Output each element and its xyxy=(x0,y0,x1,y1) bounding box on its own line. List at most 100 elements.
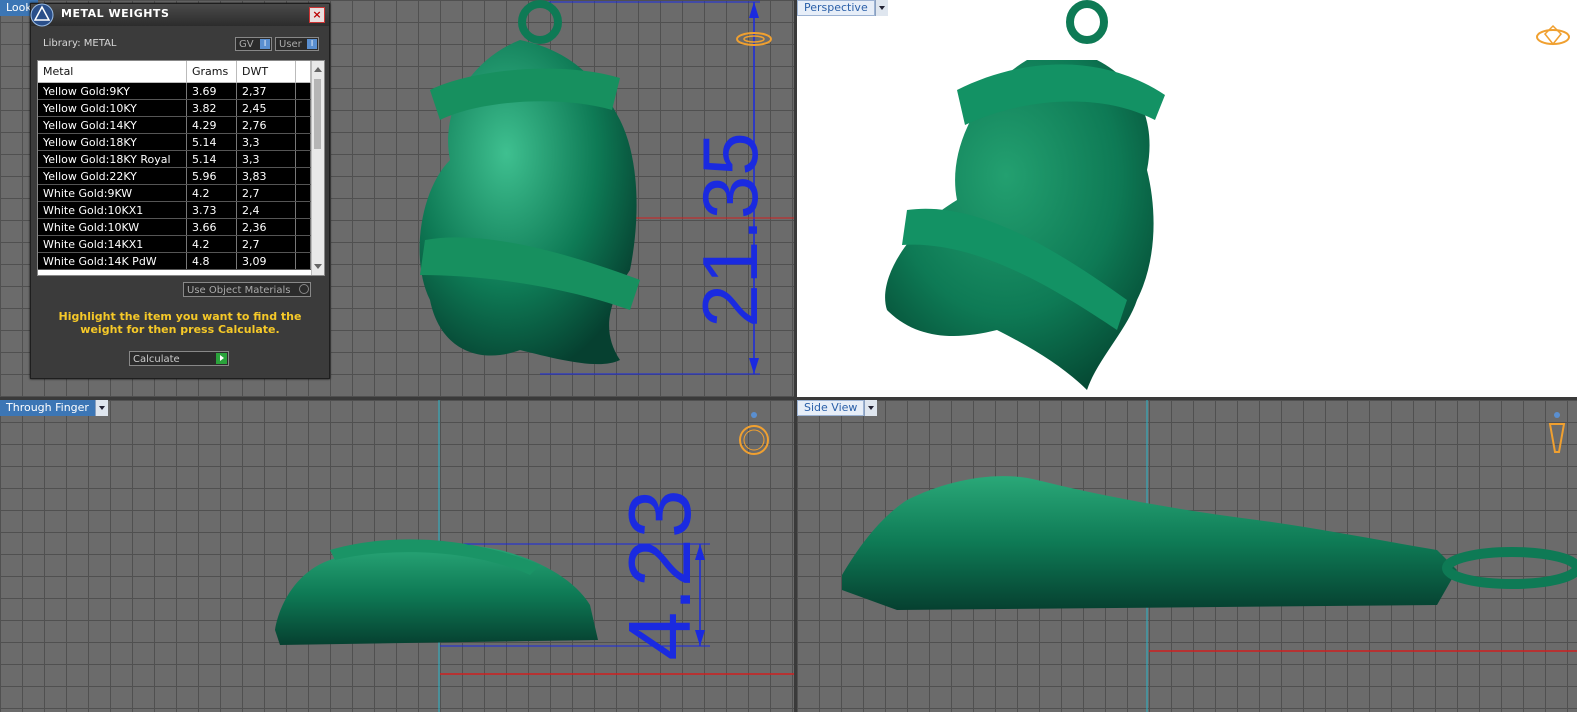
pendant-side xyxy=(842,476,1577,610)
dimension-height-label: 21.35 xyxy=(686,132,774,328)
viewport-label-through-finger: Through Finger xyxy=(0,400,95,416)
viewport-label-side-view: Side View xyxy=(797,400,865,416)
table-row[interactable]: Yellow Gold:22KY 5.96 3,83 xyxy=(38,167,311,185)
column-header-grams[interactable]: Grams xyxy=(186,61,237,83)
user-toggle-indicator: I xyxy=(307,39,317,49)
dwt-cell: 3,09 xyxy=(236,252,296,270)
dialog-title-bar[interactable]: METAL WEIGHTS × xyxy=(29,2,329,28)
viewport-divider-vertical[interactable] xyxy=(794,0,797,712)
metal-cell: White Gold:10KX1 xyxy=(38,201,187,219)
pendant-through-finger xyxy=(275,539,598,645)
side-view-scene xyxy=(842,400,1577,712)
dimension-depth-label: 4.23 xyxy=(610,489,709,661)
library-label: Library: METAL xyxy=(43,38,117,49)
grams-cell: 4.2 xyxy=(186,184,237,202)
table-row[interactable]: Yellow Gold:10KY 3.82 2,45 xyxy=(38,99,311,117)
metal-table: Metal Grams DWT Yellow Gold:9KY 3.69 2,37 … xyxy=(37,60,325,276)
viewport-divider-horizontal[interactable] xyxy=(0,397,1577,400)
grams-cell: 4.2 xyxy=(186,235,237,253)
grams-cell: 4.8 xyxy=(186,252,237,270)
scroll-thumb[interactable] xyxy=(314,79,321,149)
grams-cell: 5.14 xyxy=(186,150,237,168)
chevron-down-icon[interactable] xyxy=(874,0,888,16)
spacer-cell xyxy=(295,252,311,270)
column-header-spacer xyxy=(295,61,311,83)
grams-cell: 3.69 xyxy=(186,82,237,100)
dwt-cell: 2,45 xyxy=(236,99,296,117)
calculate-button[interactable]: Calculate xyxy=(129,351,229,366)
dialog-title: METAL WEIGHTS xyxy=(61,7,170,20)
metal-cell: White Gold:9KW xyxy=(38,184,187,202)
metal-cell: White Gold:10KW xyxy=(38,218,187,236)
viewport-perspective[interactable]: Perspective xyxy=(797,0,1577,397)
spacer-cell xyxy=(295,235,311,253)
spacer-cell xyxy=(295,99,311,117)
column-header-metal[interactable]: Metal xyxy=(38,61,187,83)
gv-toggle-label: GV xyxy=(239,39,254,50)
metal-cell: Yellow Gold:9KY xyxy=(38,82,187,100)
grams-cell: 3.66 xyxy=(186,218,237,236)
metal-cell: Yellow Gold:22KY xyxy=(38,167,187,185)
viewport-side-view[interactable]: Side View xyxy=(797,400,1577,712)
grams-cell: 4.29 xyxy=(186,116,237,134)
viewport-through-finger[interactable]: Through Finger 4.23 xyxy=(0,400,794,712)
table-row[interactable]: Yellow Gold:18KY 5.14 3,3 xyxy=(38,133,311,151)
dwt-cell: 2,7 xyxy=(236,184,296,202)
pendant-front xyxy=(419,0,640,365)
table-row[interactable]: White Gold:10KX1 3.73 2,4 xyxy=(38,201,311,219)
viewport-tab-through-finger[interactable]: Through Finger xyxy=(0,400,108,416)
use-object-materials-label: Use Object Materials xyxy=(187,285,291,296)
table-row[interactable]: White Gold:14KX1 4.2 2,7 xyxy=(38,235,311,253)
metal-cell: White Gold:14K PdW xyxy=(38,252,187,270)
user-toggle-label: User xyxy=(279,39,302,50)
calculate-label: Calculate xyxy=(133,354,180,365)
chevron-down-icon[interactable] xyxy=(864,400,878,416)
viewport-label-perspective: Perspective xyxy=(797,0,875,16)
table-row[interactable]: Yellow Gold:18KY Royal 5.14 3,3 xyxy=(38,150,311,168)
chevron-down-icon[interactable] xyxy=(94,400,108,416)
user-toggle[interactable]: User I xyxy=(275,37,319,51)
gv-toggle-indicator: I xyxy=(260,39,270,49)
scroll-up-icon[interactable] xyxy=(314,67,322,72)
column-header-dwt[interactable]: DWT xyxy=(236,61,296,83)
dwt-cell: 3,3 xyxy=(236,133,296,151)
table-row[interactable]: White Gold:9KW 4.2 2,7 xyxy=(38,184,311,202)
spacer-cell xyxy=(295,82,311,100)
spacer-cell xyxy=(295,116,311,134)
spacer-cell xyxy=(295,150,311,168)
spacer-cell xyxy=(295,167,311,185)
grams-cell: 5.96 xyxy=(186,167,237,185)
grams-cell: 3.73 xyxy=(186,201,237,219)
table-header-row: Metal Grams DWT xyxy=(38,61,311,83)
viewport-tab-perspective[interactable]: Perspective xyxy=(797,0,888,16)
spacer-cell xyxy=(295,184,311,202)
viewport-tab-side-view[interactable]: Side View xyxy=(797,400,878,416)
dwt-cell: 2,76 xyxy=(236,116,296,134)
metal-weights-dialog: METAL WEIGHTS × Library: METAL GV I User… xyxy=(30,3,330,379)
radio-icon[interactable] xyxy=(299,284,309,294)
table-row[interactable]: Yellow Gold:9KY 3.69 2,37 xyxy=(38,82,311,100)
perspective-scene xyxy=(885,0,1165,390)
scroll-down-icon[interactable] xyxy=(314,264,322,269)
table-row[interactable]: White Gold:10KW 3.66 2,36 xyxy=(38,218,311,236)
dwt-cell: 2,4 xyxy=(236,201,296,219)
table-scrollbar[interactable] xyxy=(311,61,324,275)
gv-toggle[interactable]: GV I xyxy=(235,37,272,51)
spacer-cell xyxy=(295,218,311,236)
play-icon xyxy=(216,353,227,364)
dwt-cell: 2,37 xyxy=(236,82,296,100)
instruction-text: Highlight the item you want to find the … xyxy=(58,310,302,336)
metal-cell: Yellow Gold:14KY xyxy=(38,116,187,134)
dwt-cell: 3,83 xyxy=(236,167,296,185)
spacer-cell xyxy=(295,201,311,219)
use-object-materials-option[interactable]: Use Object Materials xyxy=(183,282,311,297)
close-icon[interactable]: × xyxy=(309,7,325,23)
grams-cell: 3.82 xyxy=(186,99,237,117)
metal-cell: Yellow Gold:10KY xyxy=(38,99,187,117)
metal-cell: White Gold:14KX1 xyxy=(38,235,187,253)
table-row[interactable]: White Gold:14K PdW 4.8 3,09 xyxy=(38,252,311,270)
table-row[interactable]: Yellow Gold:14KY 4.29 2,76 xyxy=(38,116,311,134)
app-logo-icon xyxy=(29,2,55,28)
metal-cell: Yellow Gold:18KY xyxy=(38,133,187,151)
dwt-cell: 2,36 xyxy=(236,218,296,236)
